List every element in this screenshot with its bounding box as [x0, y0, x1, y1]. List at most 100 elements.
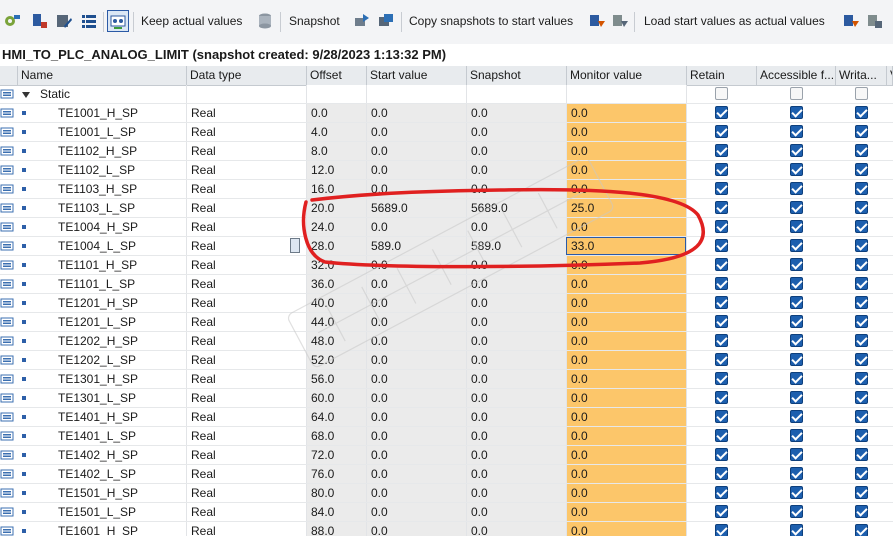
retain-checkbox[interactable]: [715, 296, 728, 309]
tag-start-value[interactable]: 5689.0: [367, 199, 467, 217]
table-row[interactable]: TE1402_H_SP Real 72.0 0.0 0.0 0.0: [0, 446, 893, 465]
tag-name[interactable]: TE1004_H_SP: [54, 218, 187, 236]
tag-name[interactable]: TE1101_H_SP: [54, 256, 187, 274]
header-accessible[interactable]: Accessible f...: [757, 66, 836, 85]
writable-checkbox[interactable]: [855, 315, 868, 328]
tag-monitor-value[interactable]: 0.0: [567, 427, 687, 445]
tag-start-value[interactable]: 0.0: [367, 484, 467, 502]
retain-checkbox[interactable]: [715, 315, 728, 328]
writable-checkbox[interactable]: [855, 524, 868, 536]
accessible-checkbox[interactable]: [790, 429, 803, 442]
tag-start-value[interactable]: 0.0: [367, 332, 467, 350]
tag-name[interactable]: TE1103_H_SP: [54, 180, 187, 198]
static-row[interactable]: Static: [0, 85, 893, 104]
monitor-toggle-button[interactable]: [107, 10, 129, 32]
table-row[interactable]: TE1402_L_SP Real 76.0 0.0 0.0 0.0: [0, 465, 893, 484]
tag-monitor-value[interactable]: 0.0: [567, 446, 687, 464]
retain-checkbox[interactable]: [715, 125, 728, 138]
retain-checkbox[interactable]: [715, 258, 728, 271]
table-row[interactable]: TE1102_H_SP Real 8.0 0.0 0.0 0.0: [0, 142, 893, 161]
tag-data-type[interactable]: Real: [187, 218, 307, 236]
list-view-button[interactable]: [79, 10, 99, 32]
accessible-checkbox[interactable]: [790, 486, 803, 499]
accessible-checkbox[interactable]: [790, 391, 803, 404]
tag-name[interactable]: TE1201_H_SP: [54, 294, 187, 312]
table-row[interactable]: TE1301_L_SP Real 60.0 0.0 0.0 0.0: [0, 389, 893, 408]
header-visible[interactable]: V: [887, 66, 893, 85]
tag-monitor-value[interactable]: 0.0: [567, 294, 687, 312]
tag-data-type[interactable]: Real: [187, 142, 307, 160]
table-row[interactable]: TE1202_H_SP Real 48.0 0.0 0.0 0.0: [0, 332, 893, 351]
tag-data-type[interactable]: Real: [187, 256, 307, 274]
writable-checkbox[interactable]: [855, 410, 868, 423]
tag-data-type[interactable]: Real: [187, 123, 307, 141]
header-retain[interactable]: Retain: [687, 66, 757, 85]
accessible-checkbox[interactable]: [790, 144, 803, 157]
table-row[interactable]: TE1001_H_SP Real 0.0 0.0 0.0 0.0: [0, 104, 893, 123]
tag-start-value[interactable]: 0.0: [367, 370, 467, 388]
writable-checkbox[interactable]: [855, 334, 868, 347]
tag-start-value[interactable]: 589.0: [367, 237, 467, 255]
tag-data-type[interactable]: Real: [187, 408, 307, 426]
tag-start-value[interactable]: 0.0: [367, 256, 467, 274]
tag-data-type[interactable]: Real: [187, 237, 307, 255]
header-monitor-value[interactable]: Monitor value: [567, 66, 687, 85]
header-snapshot[interactable]: Snapshot: [467, 66, 567, 85]
tag-data-type[interactable]: Real: [187, 199, 307, 217]
writable-checkbox[interactable]: [855, 258, 868, 271]
copy-snapshots-button[interactable]: Copy snapshots to start values: [409, 10, 573, 32]
tag-data-type[interactable]: Real: [187, 294, 307, 312]
writable-checkbox[interactable]: [855, 201, 868, 214]
tag-start-value[interactable]: 0.0: [367, 465, 467, 483]
tag-name[interactable]: TE1401_H_SP: [54, 408, 187, 426]
retain-checkbox[interactable]: [715, 467, 728, 480]
tag-name[interactable]: TE1601_H_SP: [54, 522, 187, 536]
retain-checkbox[interactable]: [715, 106, 728, 119]
tag-data-type[interactable]: Real: [187, 465, 307, 483]
accessible-checkbox[interactable]: [790, 125, 803, 138]
header-data-type[interactable]: Data type: [187, 66, 307, 85]
take-snapshot-button[interactable]: [352, 10, 372, 32]
writable-checkbox[interactable]: [855, 429, 868, 442]
writable-checkbox[interactable]: [855, 239, 868, 252]
tag-start-value[interactable]: 0.0: [367, 180, 467, 198]
writable-checkbox[interactable]: [855, 125, 868, 138]
writable-checkbox[interactable]: [855, 220, 868, 233]
tag-monitor-value[interactable]: 0.0: [567, 256, 687, 274]
writable-checkbox[interactable]: [855, 486, 868, 499]
table-row[interactable]: TE1101_L_SP Real 36.0 0.0 0.0 0.0: [0, 275, 893, 294]
tag-monitor-value[interactable]: 0.0: [567, 408, 687, 426]
tag-monitor-value[interactable]: 25.0: [567, 199, 687, 217]
tag-name[interactable]: TE1102_L_SP: [54, 161, 187, 179]
tag-monitor-value[interactable]: 0.0: [567, 370, 687, 388]
tag-monitor-value[interactable]: 0.0: [567, 351, 687, 369]
table-row[interactable]: TE1004_L_SP Real 28.0 589.0 589.0 33.0: [0, 237, 893, 256]
tag-monitor-value[interactable]: 0.0: [567, 142, 687, 160]
table-row[interactable]: TE1103_H_SP Real 16.0 0.0 0.0 0.0: [0, 180, 893, 199]
table-row[interactable]: TE1001_L_SP Real 4.0 0.0 0.0 0.0: [0, 123, 893, 142]
table-row[interactable]: TE1501_L_SP Real 84.0 0.0 0.0 0.0: [0, 503, 893, 522]
table-row[interactable]: TE1102_L_SP Real 12.0 0.0 0.0 0.0: [0, 161, 893, 180]
accessible-checkbox[interactable]: [790, 315, 803, 328]
writable-checkbox[interactable]: [855, 372, 868, 385]
tag-name[interactable]: TE1202_L_SP: [54, 351, 187, 369]
writable-checkbox[interactable]: [855, 106, 868, 119]
table-row[interactable]: TE1004_H_SP Real 24.0 0.0 0.0 0.0: [0, 218, 893, 237]
table-row[interactable]: TE1401_L_SP Real 68.0 0.0 0.0 0.0: [0, 427, 893, 446]
tag-name[interactable]: TE1103_L_SP: [54, 199, 187, 217]
table-row[interactable]: TE1601_H_SP Real 88.0 0.0 0.0 0.0: [0, 522, 893, 536]
tag-name[interactable]: TE1202_H_SP: [54, 332, 187, 350]
tag-name[interactable]: TE1501_H_SP: [54, 484, 187, 502]
tag-data-type[interactable]: Real: [187, 161, 307, 179]
retain-checkbox[interactable]: [715, 372, 728, 385]
retain-checkbox[interactable]: [715, 239, 728, 252]
retain-checkbox[interactable]: [715, 220, 728, 233]
tag-monitor-value[interactable]: 0.0: [567, 503, 687, 521]
tag-data-type[interactable]: Real: [187, 180, 307, 198]
tag-monitor-value[interactable]: 0.0: [567, 389, 687, 407]
retain-checkbox[interactable]: [715, 391, 728, 404]
database-button[interactable]: [256, 10, 276, 32]
tag-monitor-value[interactable]: 0.0: [567, 275, 687, 293]
tag-data-type[interactable]: Real: [187, 370, 307, 388]
tag-start-value[interactable]: 0.0: [367, 218, 467, 236]
